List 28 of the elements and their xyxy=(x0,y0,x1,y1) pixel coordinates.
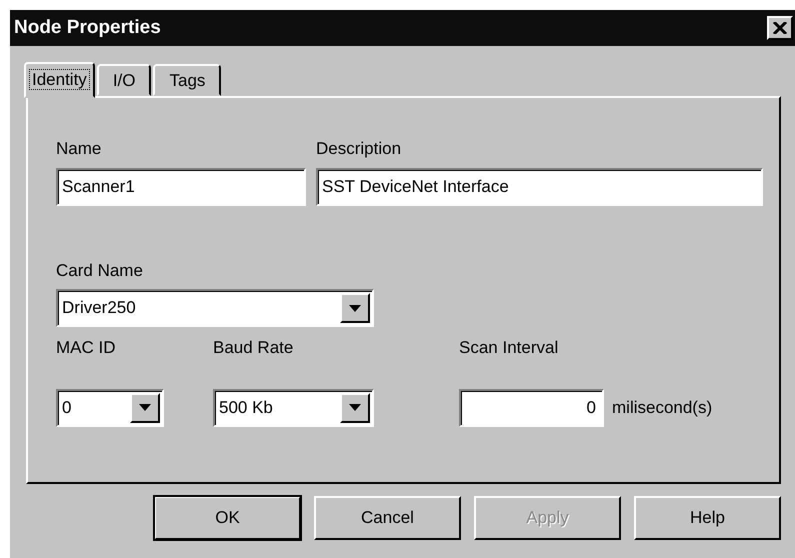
tab[interactable]: Identity xyxy=(24,62,95,98)
field-label: Baud Rate xyxy=(213,337,294,359)
dropdown-arrow-icon xyxy=(349,404,361,411)
dialog-button[interactable]: Cancel xyxy=(314,496,461,540)
number-field[interactable]: 0 xyxy=(459,388,604,426)
dropdown-arrow-icon xyxy=(139,404,151,411)
close-button[interactable] xyxy=(767,16,793,40)
window-title: Node Properties xyxy=(14,16,161,40)
dropdown-field[interactable]: 0 xyxy=(56,388,164,426)
dropdown-button[interactable] xyxy=(340,392,370,422)
field-label: Card Name xyxy=(56,260,144,282)
close-icon xyxy=(773,22,787,34)
text-field[interactable]: Scanner1 xyxy=(56,168,306,206)
dialog-button[interactable]: OK xyxy=(154,496,301,540)
field-label: Scan Interval xyxy=(459,337,560,359)
tab[interactable]: Tags xyxy=(153,64,222,96)
field-label: MAC ID xyxy=(56,337,116,359)
text-field[interactable]: SST DeviceNet Interface xyxy=(316,168,763,206)
unit-label: milisecond(s) xyxy=(612,396,712,419)
dropdown-field[interactable]: 500 Kb xyxy=(213,388,374,426)
field-label: Name xyxy=(56,138,102,160)
dropdown-button[interactable] xyxy=(130,392,160,422)
dialog-button[interactable]: Help xyxy=(634,496,781,540)
dropdown-arrow-icon xyxy=(349,304,361,312)
dropdown-field[interactable]: Driver250 xyxy=(56,289,374,327)
field-label: Description xyxy=(316,138,402,160)
dropdown-button[interactable] xyxy=(340,293,370,323)
tab[interactable]: I/O xyxy=(96,64,152,96)
